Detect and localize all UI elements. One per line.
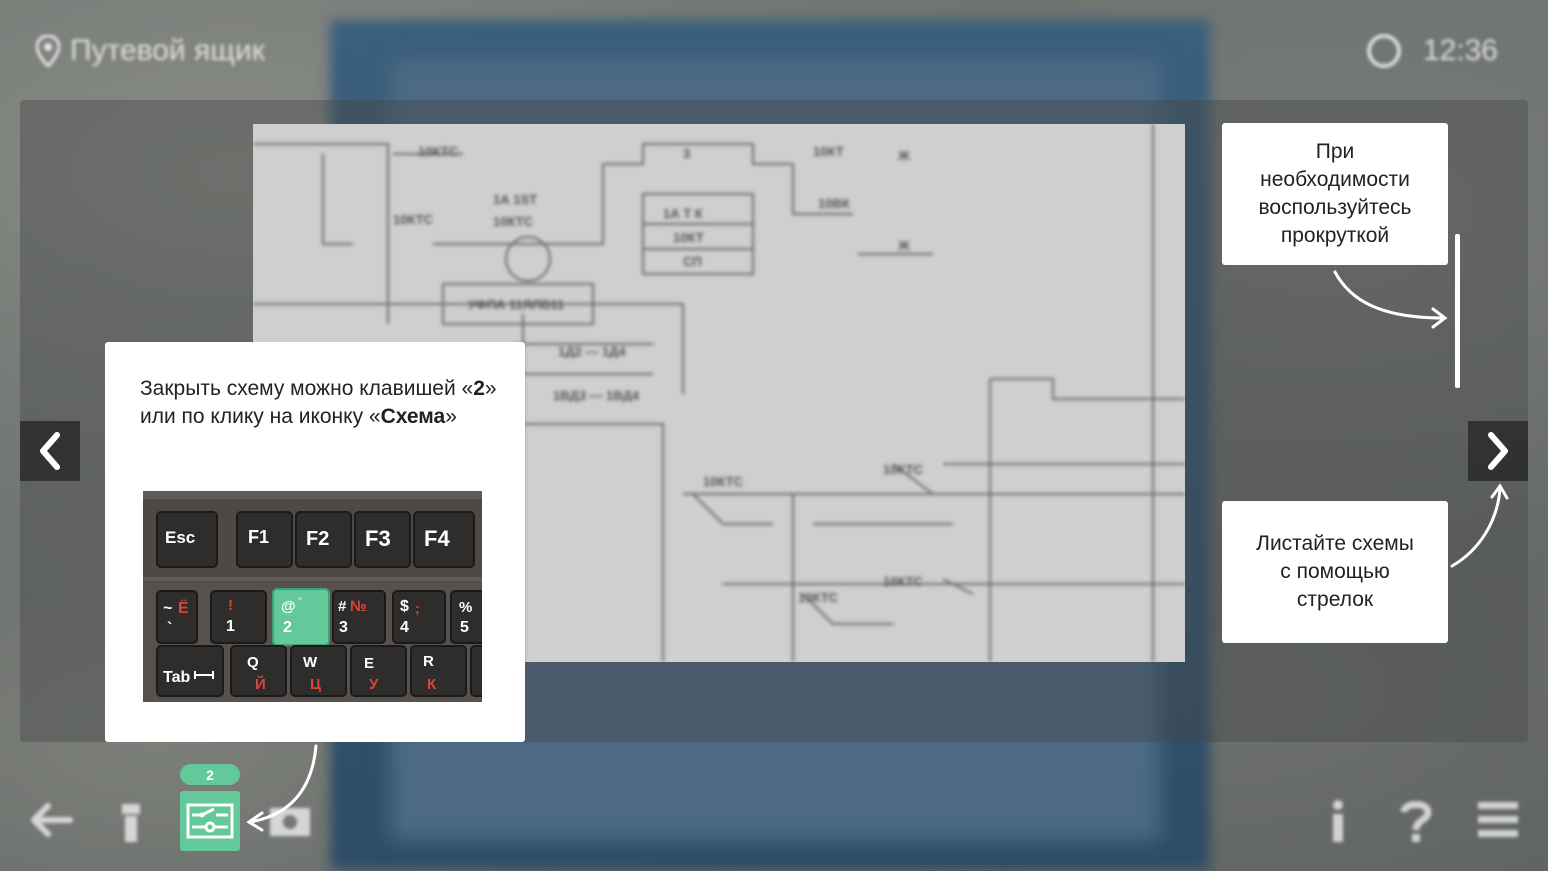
key-r: R <box>423 653 434 670</box>
key-tab: Tab <box>163 669 190 686</box>
schema-key-badge: 2 <box>180 764 240 785</box>
close-schema-hint: Закрыть схему можно клавишей «2» или по … <box>105 342 525 742</box>
scroll-hint-line: необходимости <box>1260 168 1410 191</box>
arrows-hint: Листайте схемы с помощью стрелок <box>1222 501 1448 643</box>
key-5-top: % <box>459 599 472 616</box>
key-esc: Esc <box>165 528 195 547</box>
key-2-top: @ <box>281 598 296 615</box>
svg-text:10КТС: 10КТС <box>493 214 534 229</box>
close-hint-text: Закрыть схему можно клавишей «2» или по … <box>140 375 500 431</box>
svg-text:1Д2 — 1Д4: 1Д2 — 1Д4 <box>558 344 626 359</box>
keyboard-row-3: Tab Q Й W Ц E У R К <box>156 645 482 697</box>
key-e-ru: У <box>369 676 379 693</box>
svg-text:Ж: Ж <box>897 238 910 253</box>
chevron-left-icon <box>40 432 60 470</box>
back-arrow-icon[interactable] <box>28 800 74 840</box>
svg-text:10КТС: 10КТС <box>418 144 459 159</box>
scroll-hint-line: При <box>1315 140 1355 163</box>
svg-text:10КТС: 10КТС <box>883 462 924 477</box>
svg-text:СП: СП <box>683 254 702 269</box>
next-schema-button[interactable] <box>1468 421 1528 481</box>
scroll-hint-line: прокруткой <box>1280 224 1390 247</box>
key-q: Q <box>247 654 259 671</box>
key-r-ru: К <box>427 676 437 693</box>
key-f1: F1 <box>248 527 269 547</box>
arrows-hint-line: стрелок <box>1296 588 1374 611</box>
key-q-ru: Й <box>255 675 266 693</box>
schema-scrollbar[interactable] <box>1455 234 1460 388</box>
key-4-bottom: 4 <box>400 619 409 636</box>
key-tilde-ru: Ё <box>178 599 189 617</box>
photo-icon[interactable] <box>266 800 314 840</box>
key-tilde-top: ~ <box>163 600 172 617</box>
svg-text:10КТС: 10КТС <box>883 574 924 589</box>
keyboard-illustration: Esc F1 F2 F3 F4 ~ Ё ` ! 1 @ " 2 # № 3 $ … <box>143 491 482 702</box>
svg-text:УФПА 11ЯЛВ11: УФПА 11ЯЛВ11 <box>468 297 564 312</box>
flashlight-icon[interactable] <box>116 800 146 846</box>
help-icon[interactable] <box>1396 798 1436 844</box>
key-w: W <box>303 654 318 671</box>
menu-icon[interactable] <box>1476 800 1520 840</box>
key-5-bottom: 5 <box>460 619 469 636</box>
location-pin-icon <box>36 35 60 67</box>
key-e: E <box>364 655 374 672</box>
svg-text:Ж: Ж <box>897 148 910 163</box>
chevron-right-icon <box>1488 432 1508 470</box>
svg-text:10КТС: 10КТС <box>393 212 434 227</box>
arrows-hint-line: с помощью <box>1280 560 1390 583</box>
key-w-ru: Ц <box>310 676 321 693</box>
key-2-ru: " <box>298 596 302 608</box>
schema-switch-icon <box>186 803 234 839</box>
svg-text:1А Т К: 1А Т К <box>663 206 703 221</box>
scroll-hint: При необходимости воспользуйтесь прокрут… <box>1222 123 1448 265</box>
svg-text:10КТ: 10КТ <box>813 144 844 159</box>
scroll-hint-line: воспользуйтесь <box>1258 196 1412 219</box>
close-hint-key: 2 <box>473 377 485 400</box>
close-hint-part: Закрыть схему можно клавишей « <box>140 377 474 400</box>
key-4-top: $ <box>400 598 409 615</box>
close-hint-icon-name: Схема <box>380 405 446 428</box>
key-2-bottom: 2 <box>283 619 292 636</box>
svg-text:10ВК: 10ВК <box>818 196 850 211</box>
schema-button[interactable] <box>180 791 240 851</box>
key-f4: F4 <box>424 526 450 551</box>
location-text: Путевой ящик <box>70 34 265 67</box>
close-hint-part: » <box>445 405 457 428</box>
key-tilde-bottom: ` <box>167 620 172 637</box>
svg-text:1ВД3 — 1ВД4: 1ВД3 — 1ВД4 <box>553 388 640 403</box>
arrows-hint-line: Листайте схемы <box>1256 532 1414 555</box>
time-text: 12:36 <box>1422 34 1498 67</box>
key-f3: F3 <box>365 526 391 551</box>
svg-text:10КТС: 10КТС <box>703 474 744 489</box>
key-3-ru: № <box>350 598 367 615</box>
key-4-ru: ; <box>415 600 420 616</box>
svg-text:3: 3 <box>683 146 690 161</box>
location-label: Путевой ящик <box>36 34 265 68</box>
time-display: 12:36 <box>1366 34 1498 68</box>
svg-text:10КТС: 10КТС <box>798 590 839 605</box>
info-icon[interactable] <box>1325 798 1351 844</box>
keyboard-row-1: Esc F1 F2 F3 F4 <box>156 511 475 568</box>
key-3-bottom: 3 <box>339 619 348 636</box>
svg-text:1А 1ST: 1А 1ST <box>493 192 537 207</box>
prev-schema-button[interactable] <box>20 421 80 481</box>
key-3-top: # <box>338 598 347 615</box>
key-f2: F2 <box>306 528 329 550</box>
clock-icon <box>1366 34 1401 68</box>
key-1-bottom: 1 <box>226 618 235 635</box>
svg-text:10КТ: 10КТ <box>673 230 704 245</box>
key-1-top: ! <box>228 597 233 614</box>
